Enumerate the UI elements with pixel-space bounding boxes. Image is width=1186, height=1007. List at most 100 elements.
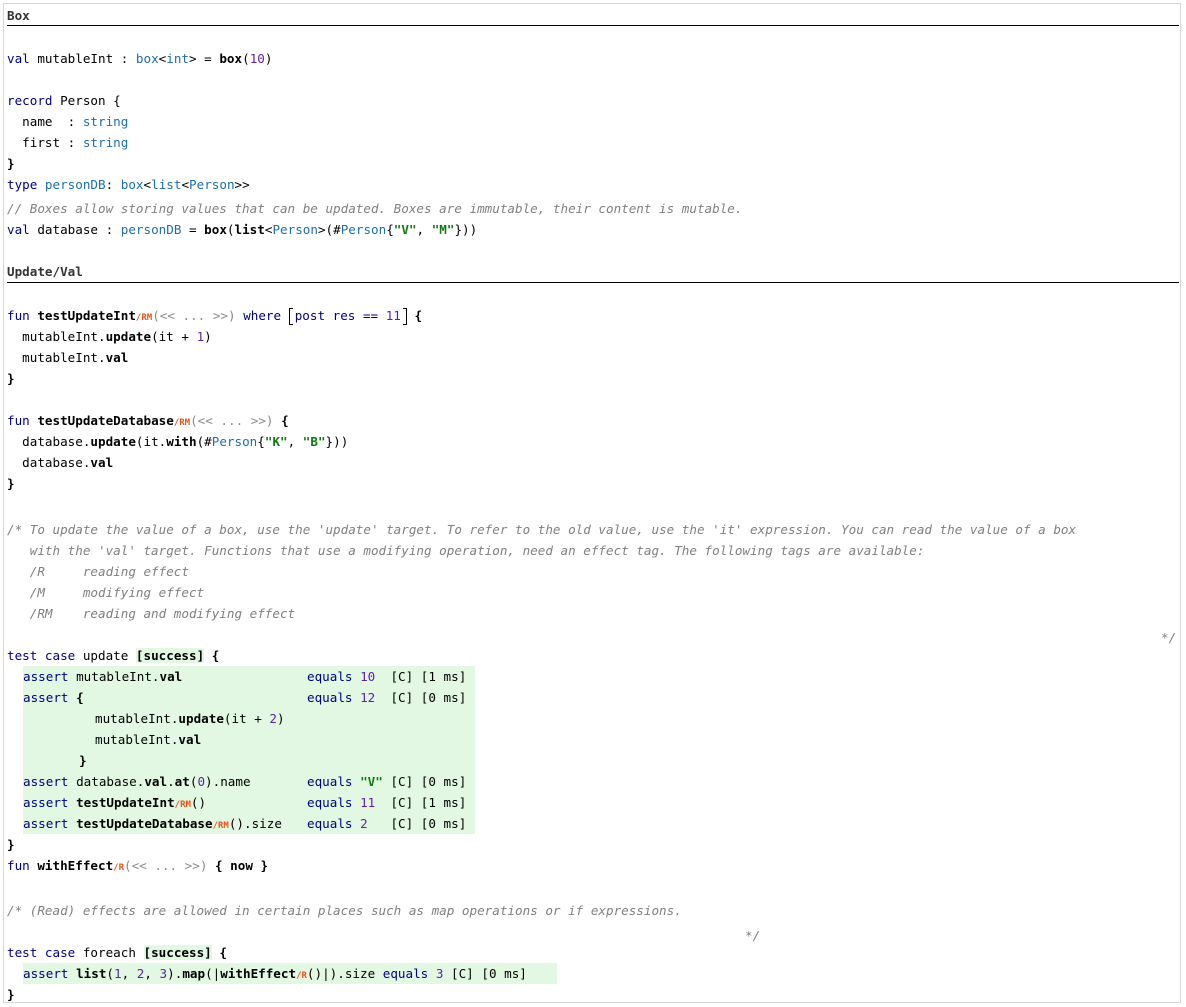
code-text: mutableInt. [95,732,179,747]
code-line[interactable]: first : string [7,132,128,153]
effect-tag: /RM [212,821,229,831]
effect-tag: /RM [174,800,191,810]
code-comment[interactable]: // Boxes allow storing values that can b… [7,198,742,219]
keyword: post [294,308,326,323]
function-call: val [159,669,183,684]
code-line[interactable]: val mutableInt : box<int> = box(10) [7,48,272,69]
test-case-name: foreach [75,945,144,960]
code-comment[interactable]: /* (Read) effects are allowed in certain… [7,900,682,921]
code-line[interactable]: database.val [7,452,113,473]
test-status-badge[interactable]: [success] [143,945,212,960]
code-text: database. [7,434,91,449]
function-call: box [219,51,243,66]
number-literal: 3 [435,966,444,981]
code-comment-end[interactable]: */ [1161,627,1176,648]
code-line[interactable]: } [7,984,15,1005]
keyword: fun [7,858,30,873]
test-status-badge[interactable]: [success] [135,648,205,663]
code-text: . [167,774,175,789]
assert-result: equals 12 [C] [0 ms] [307,687,466,708]
function-call: list [234,222,265,237]
type-name: personDB [120,222,182,237]
code-comment-end[interactable]: */ [745,925,760,946]
type-name: Person [272,222,318,237]
number-literal: 11 [360,795,376,810]
result-status: [C] [451,966,474,981]
function-call: update [90,434,136,449]
section-divider [7,282,1179,283]
code-line[interactable]: test case foreach [success] { [7,942,227,963]
code-text: = [181,222,205,237]
function-call: withEffect [220,966,297,981]
assert-line[interactable]: assert { [23,687,84,708]
code-line[interactable]: test case update [success] { [7,645,219,666]
code-line[interactable]: mutableInt.update(it + 1) [7,326,212,347]
assert-line[interactable]: assert testUpdateInt/RM() [23,792,206,813]
type-name: Person [211,434,258,449]
code-line[interactable]: } [7,368,15,389]
code-line[interactable]: type personDB: box<list<Person>> [7,174,250,195]
code-text: })) [325,434,349,449]
code-line[interactable]: mutableInt.update(it + 2) [95,708,285,729]
code-line[interactable]: } [7,153,15,174]
code-comment[interactable]: with the 'val' target. Functions that us… [7,540,925,561]
code-text: { [273,413,289,428]
assert-line[interactable]: assert list(1, 2, 3).map(|withEffect/R()… [23,963,527,984]
code-line[interactable]: record Person { [7,90,121,111]
code-text: < [143,177,152,192]
code-comment[interactable]: /R reading effect [7,561,189,582]
keyword: where [243,308,282,323]
keyword: test case [7,945,76,960]
effect-tag: /R [296,971,307,981]
code-text: () [190,795,207,810]
keyword: equals [307,816,353,831]
keyword: type [7,177,38,192]
code-line[interactable]: fun testUpdateDatabase/RM(<< ... >>) { [7,410,289,431]
code-line[interactable]: } [79,750,87,771]
keyword: equals [307,795,353,810]
type-name: box [120,177,144,192]
code-line[interactable]: fun testUpdateInt/RM(<< ... >>) where po… [7,305,422,326]
editor-frame [3,3,1181,1003]
string-literal: "V" [360,774,383,789]
string-literal: "V" [393,222,417,237]
code-line[interactable]: val database : personDB = box(list<Perso… [7,219,477,240]
keyword: record [7,93,53,108]
function-call: list [68,966,107,981]
type-name: Person [189,177,235,192]
collapsed-args[interactable]: (<< ... >>) [152,308,235,323]
assert-line[interactable]: assert mutableInt.val [23,666,182,687]
code-line[interactable]: database.update(it.with(#Person{"K", "B"… [7,431,348,452]
keyword: equals [307,690,353,705]
collapsed-args[interactable]: (<< ... >>) [190,413,273,428]
keyword: assert [23,795,69,810]
code-line[interactable]: name : string [7,111,128,132]
result-time: [0 ms] [420,774,467,789]
result-status: [C] [390,690,414,705]
function-call: testUpdateDatabase [68,816,213,831]
keyword: assert [23,966,69,981]
code-comment[interactable]: /M modifying effect [7,582,204,603]
assert-line[interactable]: assert testUpdateDatabase/RM().size [23,813,282,834]
keyword: test case [7,648,76,663]
code-line[interactable]: mutableInt.val [95,729,201,750]
code-text: : [105,177,121,192]
assert-result: equals "V" [C] [0 ms] [307,771,466,792]
code-line[interactable]: fun withEffect/R(<< ... >>) { now } [7,855,268,876]
assert-line[interactable]: assert database.val.at(0).name [23,771,251,792]
effect-tag: /RM [173,418,191,428]
code-line[interactable]: mutableInt.val [7,347,128,368]
code-text: { [68,690,84,705]
code-comment[interactable]: /RM reading and modifying effect [7,603,295,624]
code-line[interactable]: } [7,473,15,494]
code-comment[interactable]: /* To update the value of a box, use the… [7,519,1076,540]
code-text: , [416,222,432,237]
assert-result: equals 10 [C] [1 ms] [307,666,466,687]
code-text: ) [204,329,212,344]
number-literal: 2 [269,711,277,726]
function-call: testUpdateInt [68,795,175,810]
collapsed-args[interactable]: (<< ... >>) [124,858,207,873]
keyword: equals [382,966,429,981]
code-text: mutableInt. [7,350,106,365]
code-line[interactable]: } [7,834,15,855]
